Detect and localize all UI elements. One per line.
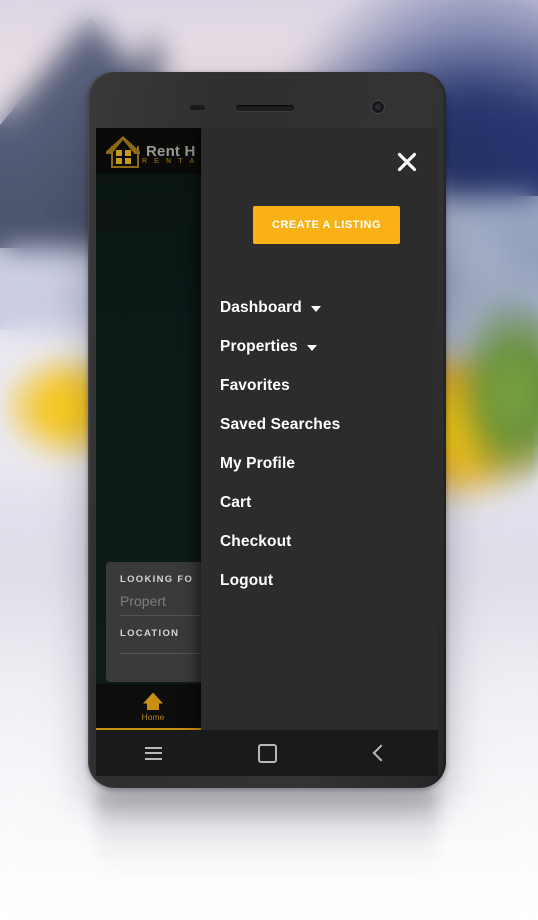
recents-icon[interactable]	[132, 738, 174, 768]
front-camera-icon	[371, 100, 385, 114]
menu-item-label: Favorites	[220, 376, 290, 394]
menu-item-checkout[interactable]: Checkout	[220, 522, 428, 561]
menu-item-label: Properties	[220, 337, 298, 355]
tab-home-label: Home	[141, 711, 165, 722]
app-logo-text: Rent H	[146, 142, 196, 160]
menu-item-dashboard[interactable]: Dashboard	[220, 288, 428, 327]
menu-item-label: Logout	[220, 571, 274, 589]
menu-item-logout[interactable]: Logout	[220, 561, 428, 600]
app-logo-subtitle: R E N T A L	[142, 158, 209, 165]
menu-item-label: My Profile	[220, 454, 296, 472]
chevron-down-icon	[310, 305, 321, 312]
home-icon	[143, 692, 163, 710]
chevron-down-icon	[306, 344, 317, 351]
house-icon	[106, 136, 140, 168]
menu-item-label: Cart	[220, 493, 252, 511]
menu-item-cart[interactable]: Cart	[220, 483, 428, 522]
phone-reflection	[96, 790, 438, 876]
menu-items-list: Dashboard Properties Favorites Saved Sea…	[220, 288, 428, 600]
slide-out-menu: CREATE A LISTING Dashboard Properties Fa…	[201, 128, 438, 730]
menu-item-label: Dashboard	[220, 298, 302, 316]
menu-item-label: Saved Searches	[220, 415, 341, 433]
earpiece-speaker-icon	[236, 105, 294, 111]
back-chevron-icon[interactable]	[360, 738, 402, 768]
proximity-sensor-icon	[190, 105, 205, 110]
home-square-icon[interactable]	[246, 738, 288, 768]
close-icon[interactable]	[393, 148, 421, 176]
menu-item-saved-searches[interactable]: Saved Searches	[220, 405, 428, 444]
tab-home[interactable]: Home	[96, 684, 210, 730]
menu-item-favorites[interactable]: Favorites	[220, 366, 428, 405]
android-navigation-bar	[96, 730, 438, 776]
menu-item-label: Checkout	[220, 532, 292, 550]
create-a-listing-button[interactable]: CREATE A LISTING	[253, 206, 401, 244]
phone-device: Rent H R E N T A L Ren This is an i that…	[88, 72, 446, 788]
menu-item-properties[interactable]: Properties	[220, 327, 428, 366]
phone-screen: Rent H R E N T A L Ren This is an i that…	[96, 128, 438, 730]
menu-item-my-profile[interactable]: My Profile	[220, 444, 428, 483]
